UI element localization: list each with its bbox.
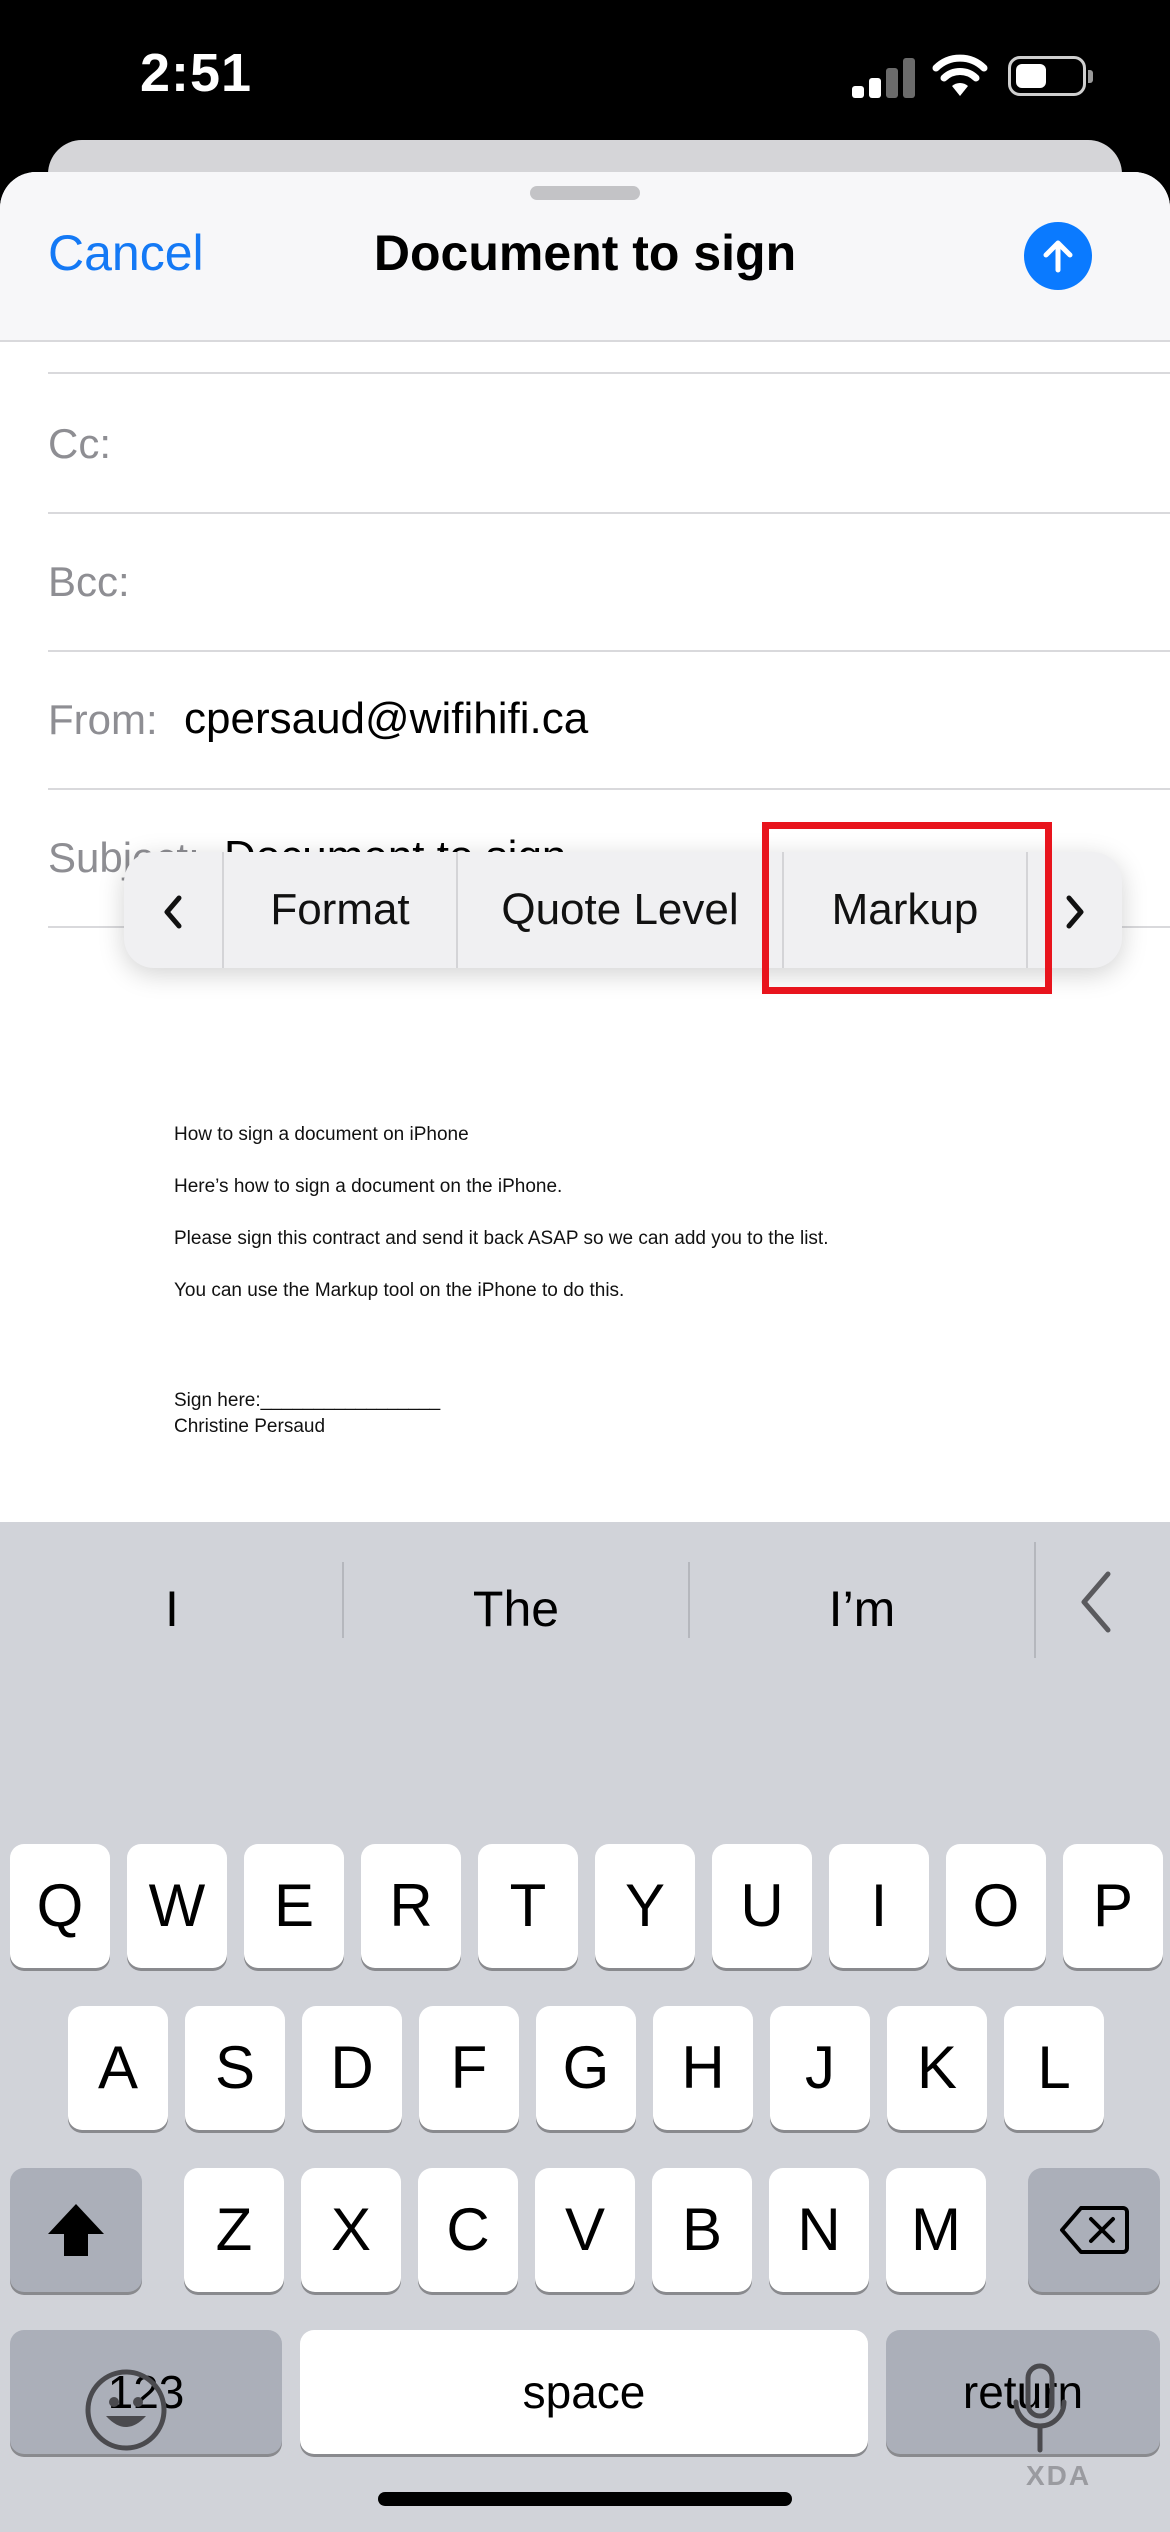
doc-heading: How to sign a document on iPhone: [174, 1124, 469, 1145]
from-label: From:: [48, 696, 158, 743]
markup-highlight-box: [762, 822, 1052, 994]
key-n[interactable]: N: [769, 2168, 869, 2292]
doc-signer-name: Christine Persaud: [174, 1416, 326, 1437]
key-f[interactable]: F: [419, 2006, 519, 2130]
doc-line: Please sign this contract and send it ba…: [174, 1228, 829, 1249]
key-p[interactable]: P: [1063, 1844, 1163, 1968]
delete-key[interactable]: [1028, 2168, 1160, 2292]
collapse-suggestions-button[interactable]: [1076, 1570, 1116, 1639]
key-z[interactable]: Z: [184, 2168, 284, 2292]
key-i[interactable]: I: [829, 1844, 929, 1968]
emoji-icon: [85, 2369, 167, 2451]
key-w[interactable]: W: [127, 1844, 227, 1968]
sheet-grabber[interactable]: [530, 186, 640, 200]
cellular-signal-icon: [852, 58, 916, 98]
menu-item-quote-level[interactable]: Quote Level: [458, 852, 782, 968]
suggestion-2[interactable]: The: [344, 1580, 688, 1638]
key-y[interactable]: Y: [595, 1844, 695, 1968]
key-u[interactable]: U: [712, 1844, 812, 1968]
dictation-button[interactable]: [1008, 2362, 1072, 2463]
key-g[interactable]: G: [536, 2006, 636, 2130]
suggestion-3[interactable]: I’m: [690, 1580, 1034, 1638]
key-m[interactable]: M: [886, 2168, 986, 2292]
arrow-up-icon: [1043, 240, 1073, 273]
cc-label: Cc:: [48, 420, 111, 467]
battery-icon: [1008, 56, 1093, 96]
key-v[interactable]: V: [535, 2168, 635, 2292]
xda-watermark: XDA: [1026, 2460, 1092, 2491]
chevron-left-icon: [164, 895, 182, 929]
shift-icon: [48, 2204, 104, 2256]
compose-header: Cancel Document to sign: [0, 172, 1170, 342]
status-bar: 2:51: [0, 0, 1170, 150]
key-s[interactable]: S: [185, 2006, 285, 2130]
chevron-left-icon: [1081, 1571, 1111, 1633]
key-o[interactable]: O: [946, 1844, 1046, 1968]
key-j[interactable]: J: [770, 2006, 870, 2130]
menu-item-format[interactable]: Format: [224, 852, 456, 968]
key-b[interactable]: B: [652, 2168, 752, 2292]
menu-prev-button[interactable]: [124, 852, 222, 968]
from-value[interactable]: cpersaud@wifihifi.ca: [184, 694, 588, 744]
backspace-icon: [1060, 2206, 1129, 2254]
suggestion-1[interactable]: I: [0, 1580, 344, 1638]
key-k[interactable]: K: [887, 2006, 987, 2130]
key-h[interactable]: H: [653, 2006, 753, 2130]
chevron-right-icon: [1066, 895, 1084, 929]
key-r[interactable]: R: [361, 1844, 461, 1968]
bcc-label: Bcc:: [48, 558, 130, 605]
shift-key[interactable]: [10, 2168, 142, 2292]
key-q[interactable]: Q: [10, 1844, 110, 1968]
key-t[interactable]: T: [478, 1844, 578, 1968]
key-c[interactable]: C: [418, 2168, 518, 2292]
doc-line: You can use the Markup tool on the iPhon…: [174, 1280, 625, 1301]
space-key[interactable]: space: [300, 2330, 868, 2454]
doc-sign-line: Sign here:_________________: [174, 1390, 441, 1411]
microphone-icon: [1013, 2363, 1067, 2453]
doc-line: Here’s how to sign a document on the iPh…: [174, 1176, 563, 1197]
emoji-button[interactable]: [84, 2368, 168, 2457]
cc-field[interactable]: Cc:: [48, 374, 1170, 514]
status-time: 2:51: [140, 43, 253, 103]
key-x[interactable]: X: [301, 2168, 401, 2292]
wifi-icon: [932, 54, 988, 96]
send-button[interactable]: [1024, 222, 1092, 290]
compose-title: Document to sign: [373, 225, 797, 281]
key-a[interactable]: A: [68, 2006, 168, 2130]
key-l[interactable]: L: [1004, 2006, 1104, 2130]
home-indicator[interactable]: [378, 2492, 792, 2506]
from-field[interactable]: From: cpersaud@wifihifi.ca: [48, 650, 1170, 790]
key-d[interactable]: D: [302, 2006, 402, 2130]
bcc-field[interactable]: Bcc:: [48, 512, 1170, 652]
keyboard: I The I’m QWERTYUIOP ASDFGHJKL ZXCVBNM 1…: [0, 1522, 1170, 2532]
key-e[interactable]: E: [244, 1844, 344, 1968]
